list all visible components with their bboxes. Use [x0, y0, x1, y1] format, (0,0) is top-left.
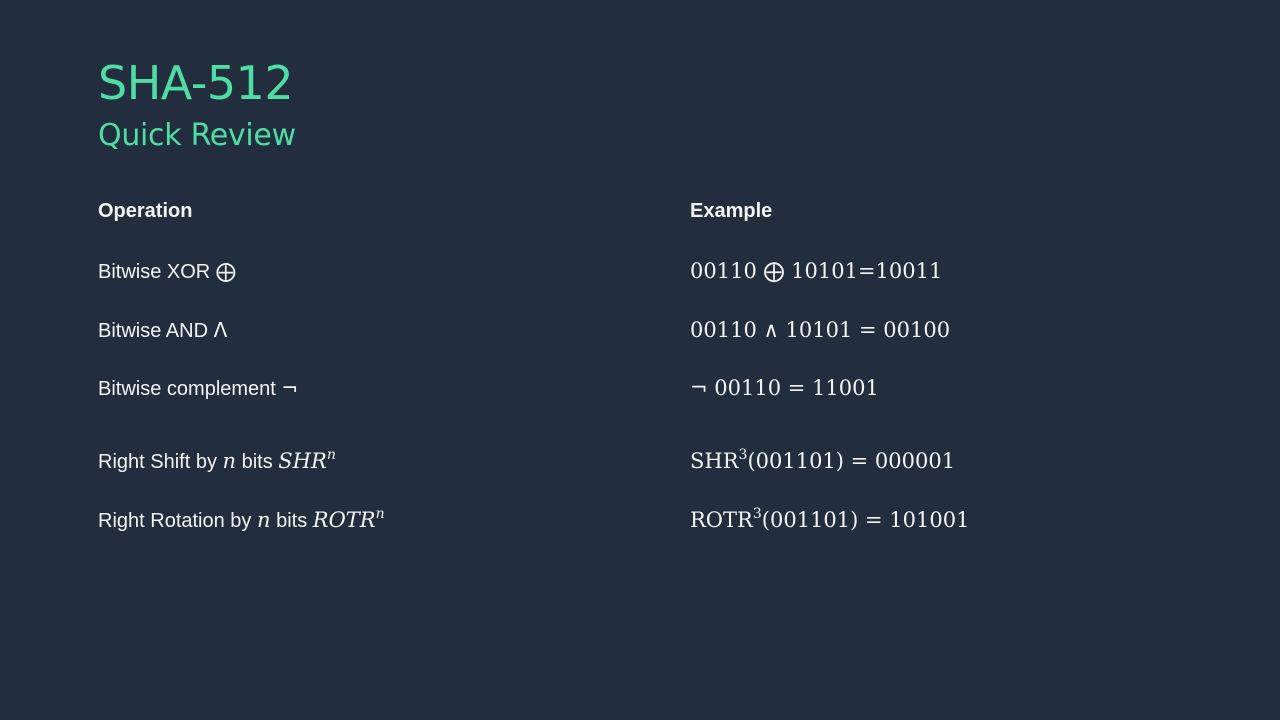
rotation-example: ROTR3(001101) = 101001 — [690, 507, 969, 533]
rotation-example-op: ROTR — [690, 508, 753, 532]
complement-operation-label: Bitwise complement ¬ — [98, 375, 298, 402]
rotation-example-rest: (001101) = 101001 — [761, 508, 970, 532]
rotation-operation-label: Right Rotation by n bits ROTRn — [98, 507, 385, 534]
shift-label-pre: Right Shift by — [98, 451, 217, 473]
rotation-n-variable: n — [256, 508, 271, 532]
shift-operator-name: SHR — [278, 449, 327, 473]
slide-title: SHA-512 — [98, 56, 294, 110]
and-operation-label: Bitwise AND Λ — [98, 317, 227, 344]
slide-subtitle: Quick Review — [98, 118, 296, 153]
complement-example: ¬ 00110 = 11001 — [690, 376, 879, 400]
shift-operator-superscript: n — [326, 447, 336, 463]
complement-label-text: Bitwise complement — [98, 378, 276, 400]
xor-operation-label: Bitwise XOR ⨁ — [98, 258, 236, 285]
rotation-operator-superscript: n — [375, 506, 385, 522]
shift-example-rest: (001101) = 000001 — [747, 449, 956, 473]
and-label-text: Bitwise AND — [98, 320, 209, 342]
rotation-label-pre: Right Rotation by — [98, 510, 252, 532]
shift-n-variable: n — [222, 449, 237, 473]
slide: SHA-512 Quick Review Operation Example B… — [0, 0, 1280, 720]
xor-example: 00110 ⨁ 10101=10011 — [690, 259, 943, 283]
and-symbol-icon: Λ — [213, 318, 228, 342]
rotation-label-mid: bits — [276, 510, 308, 532]
rotation-operator-name: ROTR — [312, 508, 376, 532]
shift-operator: SHRn — [278, 447, 336, 473]
shift-label-mid: bits — [241, 451, 273, 473]
shift-example: SHR3(001101) = 000001 — [690, 448, 955, 474]
rotation-example-superscript: 3 — [752, 506, 762, 522]
and-example: 00110 ∧ 10101 = 00100 — [690, 318, 951, 342]
shift-example-op: SHR — [690, 449, 739, 473]
example-column-header: Example — [690, 200, 773, 222]
rotation-operator: ROTRn — [312, 506, 385, 532]
xor-symbol-icon: ⨁ — [215, 259, 236, 283]
not-symbol-icon: ¬ — [281, 376, 299, 400]
xor-label-text: Bitwise XOR — [98, 261, 211, 283]
operation-column-header: Operation — [98, 200, 193, 222]
shift-operation-label: Right Shift by n bits SHRn — [98, 448, 336, 475]
